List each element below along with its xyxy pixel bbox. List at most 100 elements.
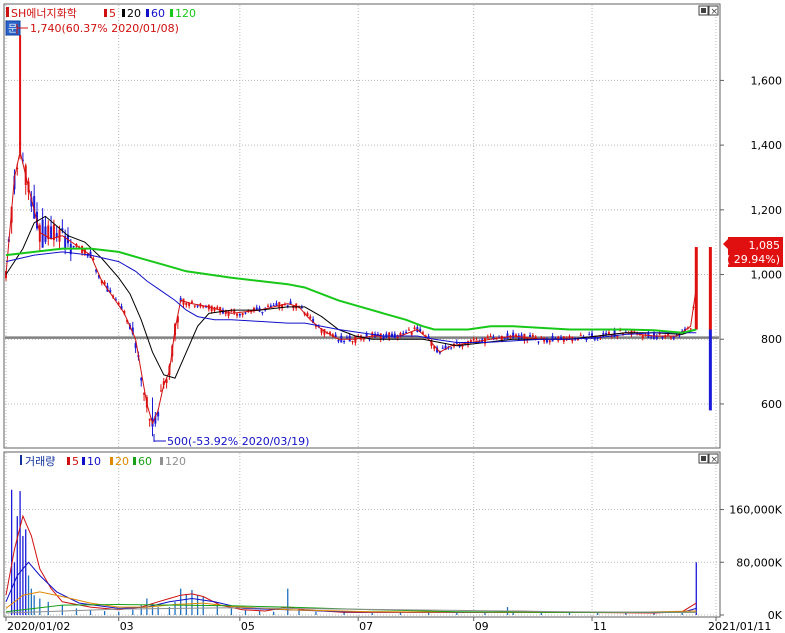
svg-text:×: × [711, 7, 719, 17]
volume-marker [20, 455, 22, 465]
x-tick-label: 05 [241, 620, 255, 633]
x-tick-label: 2021/01/11 [708, 620, 771, 633]
candle-body [190, 301, 193, 303]
candle-body [230, 310, 233, 312]
candle-body [50, 226, 53, 239]
price-tick-label: 600 [761, 398, 782, 411]
volume-legend-ma120: 120 [165, 455, 186, 468]
candle-body [193, 305, 196, 307]
candle-body [579, 334, 582, 336]
candle-body [486, 336, 489, 339]
vol-ma120-marker [160, 457, 163, 465]
ma60-marker [146, 9, 149, 17]
candle-body [669, 337, 672, 339]
price-panel-restore-button[interactable] [698, 5, 709, 16]
candle-body [588, 334, 591, 336]
price-tick-label: 1,000 [751, 269, 783, 282]
price-legend-ma60: 60 [151, 7, 165, 20]
candle-body [540, 337, 543, 339]
high-annotation-text: 1,740(60.37% 2020/01/08) [30, 22, 179, 35]
volume-legend-ma20: 20 [115, 455, 129, 468]
candle-body [185, 302, 188, 305]
candle-body [475, 339, 478, 341]
x-tick-label: 09 [475, 620, 489, 633]
candle-body [529, 335, 532, 337]
candle-body [472, 339, 475, 341]
low-annotation: 500(-53.92% 2020/03/19) [153, 434, 309, 448]
candle-body [337, 339, 340, 342]
svg-text:×: × [711, 455, 719, 465]
candle-body [667, 334, 670, 336]
candle-body [607, 332, 610, 335]
candle-body [441, 347, 444, 349]
price-tick-label: 1,400 [751, 139, 783, 152]
price-tick-label: 1,600 [751, 74, 783, 87]
candle-body [672, 336, 675, 339]
candle-body [300, 307, 303, 309]
last-price-tag: 1,085 ( 29.94%) [723, 237, 783, 267]
candle-body [390, 333, 393, 338]
candle-body [633, 331, 636, 333]
candle-body [407, 329, 410, 331]
candle-body [261, 312, 264, 314]
candle-body [531, 335, 534, 337]
candle-body [537, 341, 540, 343]
volume-panel-close-button[interactable]: × [708, 453, 719, 465]
ma5-marker [104, 9, 107, 17]
volume-legend-ma60: 60 [138, 455, 152, 468]
price-legend-ma120: 120 [175, 7, 196, 20]
ma20-marker [122, 9, 125, 17]
last-price-value: 1,085 [749, 239, 781, 252]
candle-body [267, 305, 270, 307]
x-tick-label: 03 [120, 620, 134, 633]
vol-ma60-marker [133, 457, 136, 465]
candle-body [503, 338, 506, 340]
candle-body [343, 340, 346, 342]
volume-tick-label: 160,000K [729, 504, 782, 517]
vol-ma5-marker [67, 457, 70, 465]
candle-body [616, 335, 619, 337]
x-axis: 2020/01/02 03 05 07 09 11 2021/01/11 [5, 617, 771, 633]
candle-body [413, 327, 416, 330]
volume-panel-restore-button[interactable] [698, 453, 709, 464]
high-annotation: 1,740(60.37% 2020/01/08) [16, 22, 179, 35]
candle-body [236, 313, 239, 316]
candle-body [44, 226, 47, 242]
vol-ma20-marker [110, 457, 113, 465]
price-panel-close-button[interactable]: × [708, 5, 719, 17]
volume-panel-frame [3, 451, 721, 618]
vol-ma10-marker [82, 457, 85, 465]
last-price-change: ( 29.94%) [726, 253, 780, 266]
candle-body [568, 336, 571, 339]
candle-body [244, 312, 247, 314]
candle-body [410, 332, 413, 335]
volume-legend-title: 거래량 [25, 455, 55, 468]
low-annotation-text: 500(-53.92% 2020/03/19) [167, 435, 309, 448]
price-legend-ma5: 5 [109, 7, 116, 20]
candle-body [557, 336, 560, 341]
candle-body [159, 390, 162, 392]
candle-body [58, 229, 61, 242]
candle-body [351, 340, 354, 343]
candle-body [286, 305, 289, 307]
ma120-marker [170, 9, 173, 17]
candle-body [689, 328, 692, 330]
candle-body [551, 335, 554, 342]
candle-body [72, 246, 75, 248]
last-candle-up-2 [708, 247, 712, 330]
candle-body [650, 336, 653, 338]
volume-y-axis: 160,000K80,000K0K [720, 504, 783, 622]
volume-tick-label: 80,000K [736, 556, 782, 569]
candle-high-spike [19, 35, 22, 146]
price-legend-title: SH에너지화학 [11, 7, 77, 20]
price-panel-frame [3, 3, 721, 449]
candle-body [345, 337, 348, 339]
candle-body [238, 313, 241, 316]
candle-body [489, 335, 492, 337]
candle-body [241, 313, 244, 315]
price-tick-label: 1,200 [751, 204, 783, 217]
volume-legend-ma5: 5 [72, 455, 79, 468]
candle-body [196, 305, 199, 307]
volume-legend-ma10: 10 [87, 455, 101, 468]
price-tick-label: 800 [761, 333, 782, 346]
